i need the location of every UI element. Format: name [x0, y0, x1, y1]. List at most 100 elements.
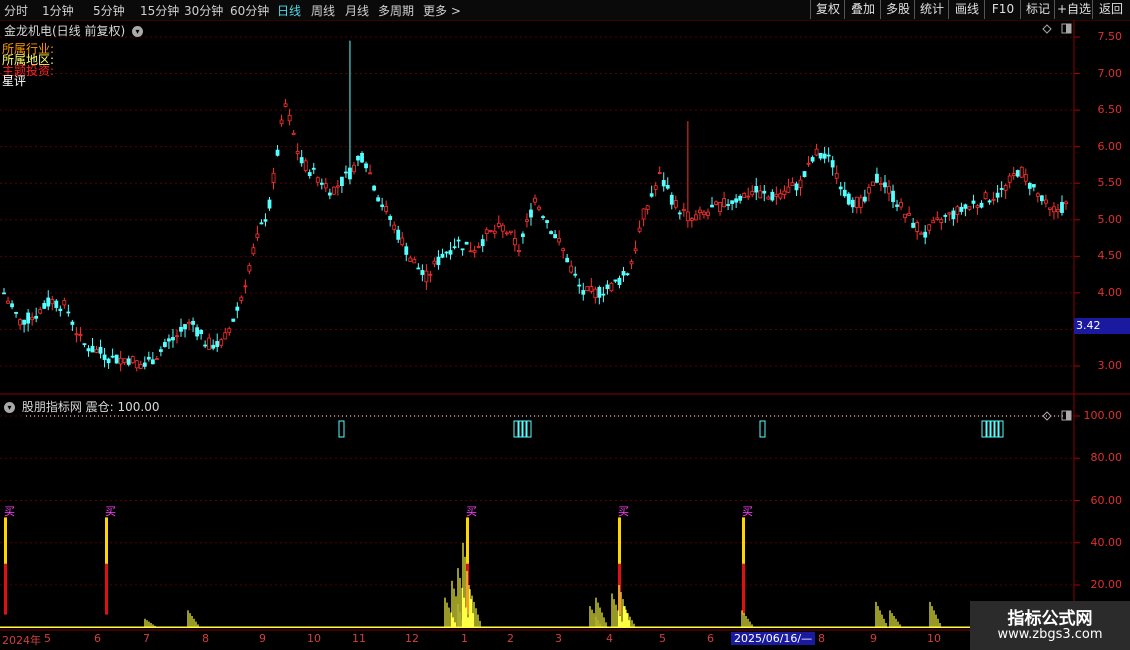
candle-body [561, 248, 566, 251]
candle-body [464, 241, 469, 245]
candle-body [46, 297, 51, 307]
price-tick-label: 6.50 [1097, 103, 1123, 117]
candle-body [533, 197, 537, 203]
candle-body [227, 328, 232, 333]
candle-body [50, 299, 55, 305]
candle-body [818, 152, 823, 159]
candle-body [468, 250, 473, 253]
candle-body [685, 211, 690, 222]
candle-body [858, 197, 863, 208]
buy-signal-label: 买 [618, 505, 629, 518]
candle-body [987, 200, 992, 203]
candle-body [175, 335, 179, 338]
buy-bar-top [466, 517, 469, 564]
candle-body [979, 202, 984, 208]
candle-body [134, 360, 139, 369]
candle-body [364, 163, 368, 169]
stock-chart-canvas[interactable] [0, 0, 1130, 650]
candle-body [26, 312, 31, 324]
candle-body [782, 190, 787, 196]
candle-body [480, 239, 485, 247]
candle-body [754, 185, 759, 193]
candle-body [609, 282, 614, 292]
star-rating-label: 星评 [2, 74, 27, 88]
candle-body [790, 182, 795, 186]
indicator-panel-icon[interactable] [1061, 410, 1072, 421]
candle-body [810, 157, 815, 162]
candle-body [340, 176, 344, 187]
candle-body [875, 173, 879, 183]
candle-body [251, 247, 256, 255]
candle-body [142, 362, 147, 367]
candle-body [963, 204, 968, 209]
candle-body [436, 256, 441, 266]
candle-body [138, 364, 143, 369]
candle-body [714, 201, 718, 205]
candle-body [834, 173, 839, 179]
candle-body [742, 192, 747, 199]
candle-body [806, 162, 811, 165]
candle-body [862, 196, 867, 202]
candle-body [106, 358, 111, 364]
candle-body [677, 212, 682, 215]
candle-body [62, 300, 67, 306]
candle-body [545, 220, 549, 223]
date-tick-label: 12 [405, 632, 419, 645]
candle-body [601, 293, 606, 296]
candle-body [758, 190, 763, 199]
candle-body [6, 300, 10, 304]
candle-body [846, 193, 851, 205]
candle-body [508, 230, 513, 233]
buy-bar-bottom [4, 563, 7, 615]
candle-body [344, 171, 348, 174]
candle-body [822, 153, 827, 159]
candle-body [935, 217, 940, 220]
price-tick-label: 7.50 [1097, 30, 1123, 43]
current-price-tag: 3.42 [1074, 318, 1130, 334]
candle-body [887, 186, 891, 194]
chart-panel-icon[interactable] [1061, 23, 1072, 34]
candle-body [179, 326, 183, 332]
candle-body [315, 177, 320, 183]
candle-body [372, 185, 376, 191]
candle-body [348, 167, 352, 180]
candle-body [895, 204, 899, 207]
candle-body [766, 196, 771, 200]
candle-body [424, 270, 429, 283]
candle-body [694, 214, 698, 221]
indicator-tick-label: 60.00 [1090, 493, 1123, 507]
candle-body [702, 211, 706, 216]
candle-body [428, 273, 433, 276]
candle-body [649, 193, 654, 197]
candle-body [605, 284, 610, 290]
candle-body [673, 200, 678, 208]
indicator-title[interactable]: ▾ 股朋指标网 震仓: 100.00 [4, 398, 160, 415]
candle-body [412, 258, 417, 264]
candle-body [786, 186, 791, 193]
buy-bar-bottom [742, 563, 745, 615]
candle-body [569, 265, 574, 273]
chart-settings-icon[interactable] [1042, 24, 1052, 34]
candle-body [327, 192, 332, 196]
candle-body [360, 152, 364, 163]
candle-body [408, 257, 413, 262]
chart-title[interactable]: 金龙机电(日线 前复权) ▾ [4, 22, 144, 39]
date-tick-label: 9 [259, 632, 266, 645]
candle-body [903, 213, 907, 219]
candle-body [517, 249, 521, 252]
candle-body [637, 227, 642, 232]
date-tick-label: 6 [707, 632, 714, 645]
candle-body [1035, 193, 1040, 197]
candle-body [488, 230, 493, 232]
chevron-down-icon[interactable]: ▾ [4, 402, 15, 413]
buy-signal-label: 买 [742, 505, 753, 518]
candle-body [122, 358, 127, 363]
candle-body [854, 196, 859, 208]
candle-body [500, 224, 505, 232]
candle-body [891, 190, 895, 202]
candle-body [235, 306, 240, 311]
chevron-down-icon[interactable]: ▾ [132, 26, 144, 37]
candle-body [150, 359, 155, 365]
date-tick-label: 2024年 [2, 634, 41, 647]
candle-body [589, 286, 594, 292]
